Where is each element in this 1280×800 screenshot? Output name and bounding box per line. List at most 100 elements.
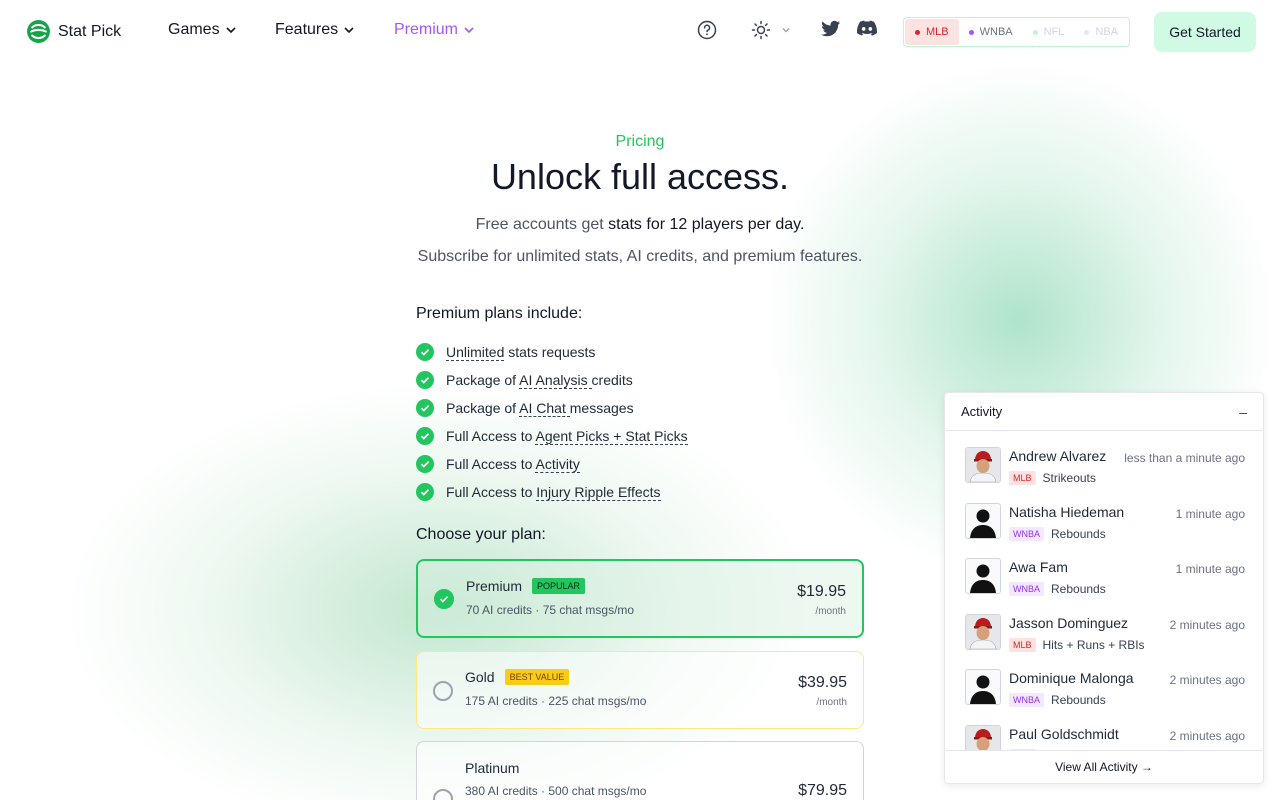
league-wnba[interactable]: WNBA (959, 19, 1023, 45)
activity-time: 1 minute ago (1175, 562, 1245, 576)
avatar (965, 503, 1001, 539)
activity-item[interactable]: Andrew Alvarez less than a minute ago MLB S… (965, 447, 1245, 487)
activity-time: 2 minutes ago (1169, 729, 1245, 743)
chevron-down-icon (782, 28, 790, 33)
view-all-activity-link[interactable]: View All Activity → (945, 750, 1263, 783)
feature-text: Full Access to Injury Ripple Effects (446, 484, 661, 501)
stat-pick-logo-icon (27, 20, 50, 43)
nav-features[interactable]: Features (275, 21, 354, 39)
check-circle-icon (416, 399, 434, 417)
get-started-button[interactable]: Get Started (1154, 12, 1256, 52)
feature-text: Unlimited stats requests (446, 344, 596, 361)
nav-games[interactable]: Games (168, 21, 236, 39)
league-nba-label: NBA (1095, 26, 1119, 38)
brand-logo[interactable]: Stat Pick (26, 19, 121, 44)
plans-heading: Choose your plan: (416, 526, 546, 543)
plan-platinum-name: Platinum (465, 760, 520, 776)
twitter-link[interactable] (821, 20, 841, 38)
league-dot (915, 29, 920, 35)
feature-link[interactable]: Agent Picks + Stat Picks (535, 428, 688, 445)
check-circle-icon (416, 455, 434, 473)
activity-item[interactable]: Awa Fam 1 minute ago WNBA Rebounds (965, 558, 1245, 598)
player-name: Paul Goldschmidt (1009, 726, 1119, 742)
league-dot (1084, 29, 1090, 35)
free-accounts-text: Free accounts get stats for 12 players p… (0, 216, 1280, 234)
league-mlb[interactable]: MLB (905, 19, 959, 45)
feature-prefix: Package of (446, 372, 520, 388)
plan-gold-price: $39.95 (798, 674, 847, 691)
feature-item: Package of AI Chat messages (416, 394, 876, 422)
league-dot (968, 29, 974, 35)
league-badge: MLB (1009, 471, 1036, 485)
subscribe-text: Subscribe for unlimited stats, AI credit… (417, 248, 863, 265)
feature-link[interactable]: Injury Ripple Effects (536, 484, 661, 501)
league-wnba-label: WNBA (979, 26, 1013, 38)
activity-stat: MLB Strikeouts (1009, 471, 1096, 485)
league-badge: WNBA (1009, 693, 1044, 707)
nav-features-label: Features (275, 21, 339, 38)
player-name: Andrew Alvarez (1009, 448, 1107, 464)
help-circle-icon (697, 20, 717, 40)
league-nfl[interactable]: NFL (1023, 19, 1075, 45)
avatar (965, 614, 1001, 650)
feature-text: Full Access to Activity (446, 456, 580, 473)
chevron-down-icon (226, 27, 236, 34)
twitter-icon (821, 20, 841, 37)
feature-link[interactable]: Activity (535, 456, 580, 473)
plan-radio[interactable] (433, 789, 453, 800)
feature-item: Package of AI Analysis credits (416, 366, 876, 394)
league-badge: WNBA (1009, 582, 1044, 596)
minimize-button[interactable]: – (1239, 404, 1247, 420)
plan-radio[interactable] (433, 681, 453, 701)
help-button[interactable] (697, 20, 717, 40)
check-circle-icon (416, 427, 434, 445)
league-dot (1032, 29, 1038, 35)
activity-item[interactable]: Natisha Hiedeman 1 minute ago WNBA Rebounds (965, 503, 1245, 543)
plan-radio-selected[interactable] (434, 589, 454, 609)
league-nba[interactable]: NBA (1074, 19, 1128, 45)
player-name: Jasson Dominguez (1009, 615, 1129, 631)
plan-premium-price: $19.95 (797, 583, 846, 600)
feature-suffix: stats requests (504, 344, 596, 360)
brand-name: Stat Pick (58, 22, 122, 40)
feature-link[interactable]: AI Chat (519, 400, 570, 417)
plan-gold-desc: 175 AI credits · 225 chat msgs/mo (465, 694, 647, 708)
activity-stat: WNBA Rebounds (1009, 527, 1106, 541)
chevron-down-icon (464, 27, 474, 34)
activity-list: Andrew Alvarez less than a minute ago MLB S… (945, 431, 1263, 751)
feature-prefix: Full Access to (446, 456, 536, 472)
pricing-eyebrow: Pricing (615, 133, 665, 150)
check-circle-icon (416, 483, 434, 501)
plan-platinum-price: $79.95 (798, 782, 847, 799)
plan-premium-period: /month (815, 606, 846, 617)
theme-toggle[interactable] (751, 20, 791, 40)
free-accounts-prefix: Free accounts get (475, 216, 604, 233)
stat-type: Rebounds (1051, 582, 1106, 596)
avatar (965, 669, 1001, 705)
activity-stat: WNBA Rebounds (1009, 693, 1106, 707)
stat-type: Hits + Runs + RBIs (1042, 638, 1145, 652)
activity-item[interactable]: Dominique Malonga 2 minutes ago WNBA Reboun… (965, 669, 1245, 709)
activity-item[interactable]: Paul Goldschmidt2 minutes agoMLB (965, 725, 1245, 751)
feature-link[interactable]: Unlimited (446, 344, 505, 361)
feature-text: Package of AI Chat messages (446, 400, 634, 417)
league-badge: MLB (1009, 638, 1036, 652)
activity-item[interactable]: Jasson Dominguez 2 minutes ago MLB Hits + R… (965, 614, 1245, 654)
feature-prefix: Full Access to (446, 428, 536, 444)
discord-link[interactable] (857, 20, 877, 36)
discord-icon (857, 20, 877, 36)
league-mlb-label: MLB (926, 26, 949, 38)
sun-icon (751, 20, 771, 40)
popular-badge: POPULAR (532, 578, 586, 594)
feature-text: Package of AI Analysis credits (446, 372, 633, 389)
plan-premium[interactable]: Premium POPULAR 70 AI credits · 75 chat … (416, 559, 864, 638)
player-name: Natisha Hiedeman (1009, 504, 1125, 520)
nav-premium[interactable]: Premium (394, 21, 474, 39)
feature-link[interactable]: AI Analysis (519, 372, 592, 389)
feature-prefix: Package of (446, 400, 520, 416)
includes-heading: Premium plans include: (416, 305, 583, 322)
plan-gold[interactable]: Gold BEST VALUE 175 AI credits · 225 cha… (416, 651, 864, 729)
best-value-badge: BEST VALUE (504, 669, 570, 685)
plan-platinum[interactable]: Platinum 380 AI credits · 500 chat msgs/… (416, 741, 864, 800)
feature-item: Full Access to Activity (416, 450, 876, 478)
